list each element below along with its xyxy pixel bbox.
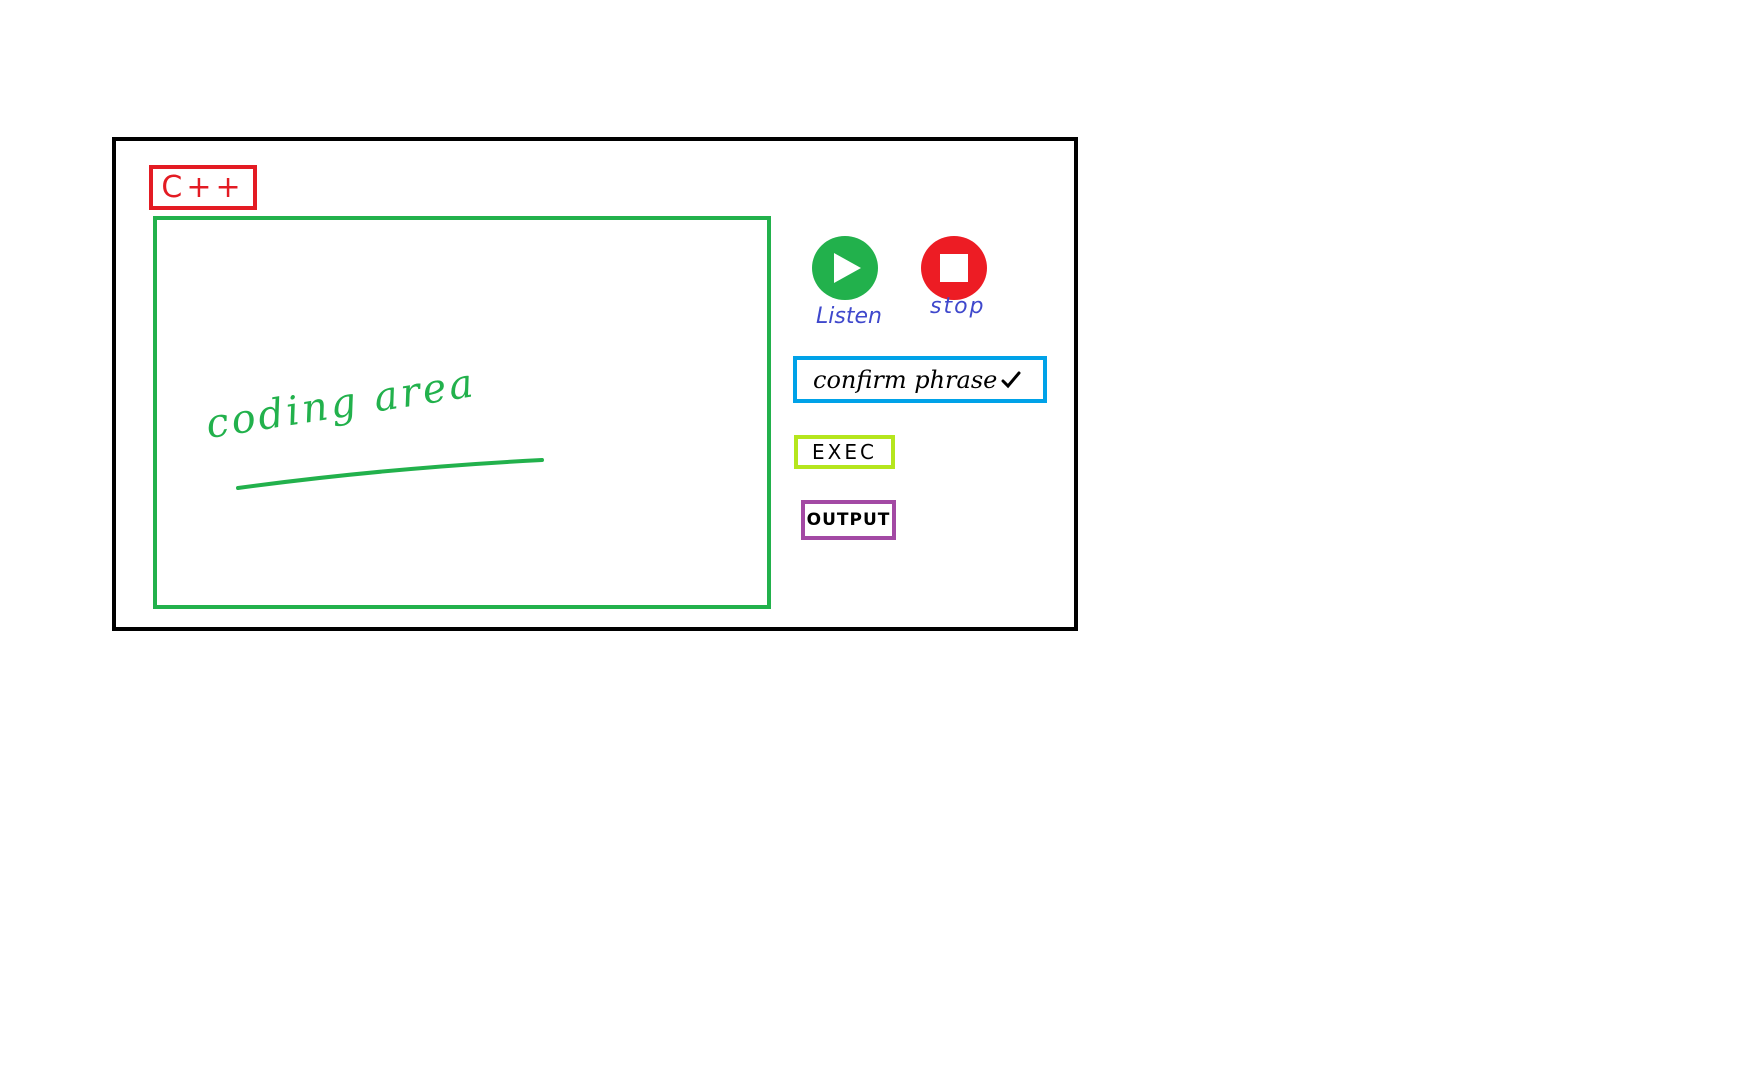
- listen-caption: Listen: [816, 304, 882, 329]
- confirm-phrase-label: confirm phrase: [813, 365, 998, 394]
- play-icon: [834, 253, 861, 283]
- stop-icon: [940, 254, 968, 282]
- output-label: OUTPUT: [806, 510, 891, 530]
- stop-caption: stop: [930, 294, 986, 319]
- confirm-phrase-button[interactable]: confirm phrase: [793, 356, 1047, 403]
- stop-button[interactable]: [921, 236, 987, 300]
- exec-label: EXEC: [812, 440, 877, 464]
- listen-button[interactable]: [812, 236, 878, 300]
- exec-button[interactable]: EXEC: [794, 435, 895, 469]
- language-label: C++: [161, 170, 245, 205]
- language-selector[interactable]: C++: [149, 165, 257, 210]
- output-box[interactable]: OUTPUT: [801, 500, 896, 540]
- check-icon: [1001, 371, 1021, 388]
